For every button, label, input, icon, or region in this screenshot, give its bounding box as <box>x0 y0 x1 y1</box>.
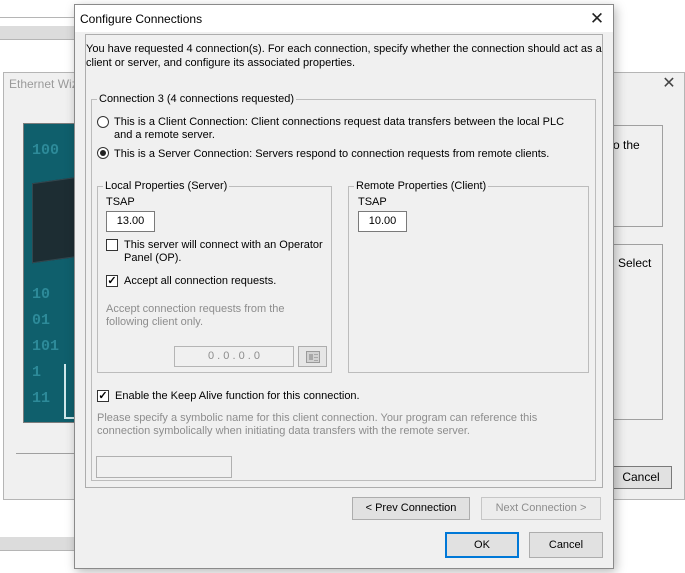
accept-all-checkbox[interactable]: ✓ <box>106 275 118 287</box>
binary-text: 1 <box>32 364 42 381</box>
local-tsap-label: TSAP <box>106 196 135 208</box>
cancel-button[interactable]: Cancel <box>529 532 603 558</box>
dialog-titlebar: Configure Connections ✕ <box>75 5 613 32</box>
keep-alive-label[interactable]: Enable the Keep Alive function for this … <box>115 390 515 403</box>
local-properties-legend: Local Properties (Server) <box>105 180 228 192</box>
wizard-title: Ethernet Wiz <box>9 77 78 91</box>
wizard-cancel-button[interactable]: Cancel <box>610 466 672 489</box>
configure-connections-dialog: Configure Connections ✕ You have request… <box>74 4 614 569</box>
server-connection-label[interactable]: This is a Server Connection: Servers res… <box>114 148 584 161</box>
connection-group-legend: Connection 3 (4 connections requested) <box>99 93 295 105</box>
accept-from-label: Accept connection requests from the foll… <box>106 303 285 328</box>
server-connection-radio[interactable] <box>97 147 109 159</box>
client-connection-radio[interactable] <box>97 116 109 128</box>
wizard-divider <box>16 453 79 454</box>
local-tsap-input[interactable]: 13.00 <box>106 211 155 232</box>
client-ip-value: 0 . 0 . 0 . 0 <box>208 350 260 362</box>
intro-text: You have requested 4 connection(s). For … <box>86 43 602 69</box>
symbolic-name-input <box>96 456 232 478</box>
operator-panel-label[interactable]: This server will connect with an Operato… <box>124 239 324 265</box>
prev-connection-button[interactable]: < Prev Connection <box>352 497 470 520</box>
address-book-button <box>298 346 327 367</box>
close-icon[interactable]: ✕ <box>584 8 610 30</box>
wizard-group-box <box>610 244 663 420</box>
symbolic-name-hint: Please specify a symbolic name for this … <box>97 412 538 437</box>
wizard-partial-text: Select <box>618 256 652 270</box>
remote-tsap-input[interactable]: 10.00 <box>358 211 407 232</box>
wizard-close-icon[interactable]: ✕ <box>660 75 678 93</box>
binary-text: 01 <box>32 312 51 329</box>
operator-panel-checkbox[interactable] <box>106 239 118 251</box>
remote-properties-legend: Remote Properties (Client) <box>356 180 487 192</box>
accept-all-label[interactable]: Accept all connection requests. <box>124 275 324 288</box>
address-book-icon <box>306 351 320 363</box>
wizard-partial-text: o the <box>613 138 640 152</box>
binary-text: 10 <box>32 286 51 303</box>
remote-tsap-label: TSAP <box>358 196 387 208</box>
background-strip <box>0 26 76 40</box>
binary-text: 101 <box>32 338 60 355</box>
keep-alive-checkbox[interactable]: ✓ <box>97 390 109 402</box>
client-connection-label[interactable]: This is a Client Connection: Client conn… <box>114 116 584 142</box>
next-connection-button: Next Connection > <box>481 497 601 520</box>
ok-button[interactable]: OK <box>445 532 519 558</box>
binary-text: 11 <box>32 390 51 407</box>
background-strip <box>0 0 76 18</box>
client-ip-field: 0 . 0 . 0 . 0 <box>174 346 294 367</box>
background-strip <box>0 537 76 551</box>
binary-text: 100 <box>32 142 60 159</box>
dialog-title: Configure Connections <box>80 12 203 26</box>
